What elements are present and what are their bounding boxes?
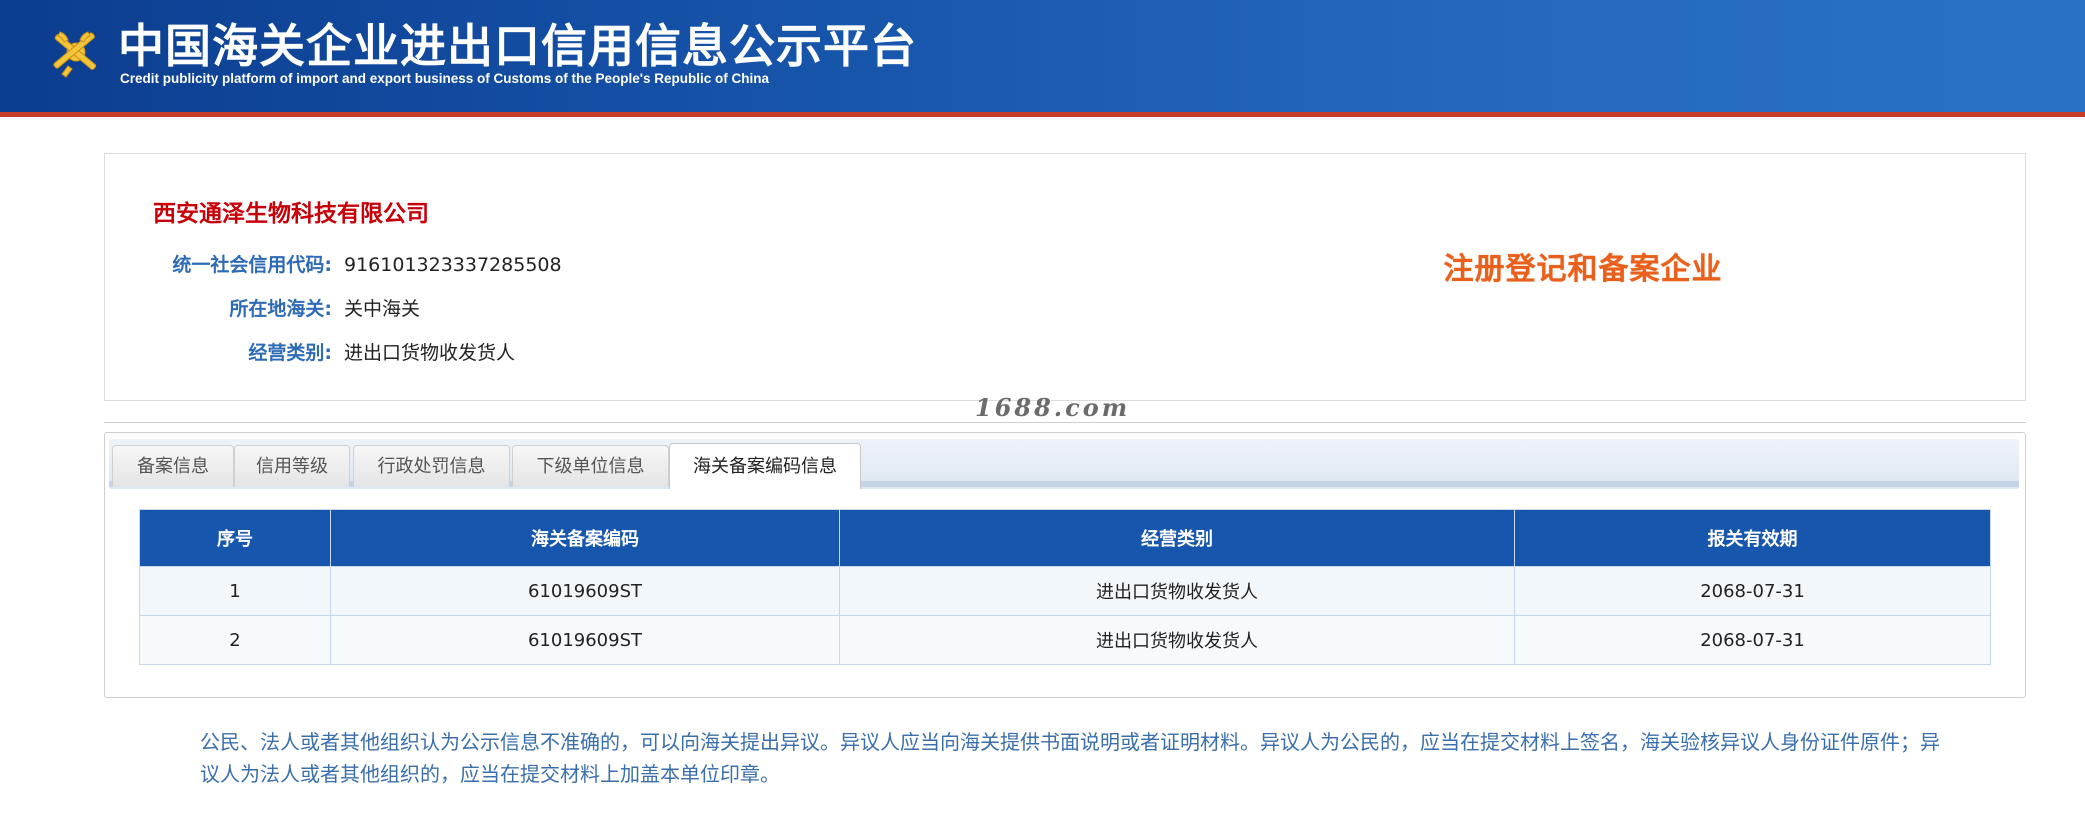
table-row: 1 61019609ST 进出口货物收发货人 2068-07-31	[139, 566, 1991, 616]
cell-business-type: 进出口货物收发货人	[839, 615, 1515, 665]
cell-validity: 2068-07-31	[1514, 566, 1991, 616]
section-divider	[104, 422, 2026, 423]
credit-code-label: 统一社会信用代码:	[172, 254, 332, 276]
tab-penalty-info[interactable]: 行政处罚信息	[353, 445, 510, 487]
site-subtitle: Credit publicity platform of import and …	[120, 71, 770, 86]
tab-filing-info[interactable]: 备案信息	[112, 445, 234, 487]
tab-customs-code-info[interactable]: 海关备案编码信息	[669, 443, 861, 489]
cell-index: 1	[139, 566, 331, 616]
tab-credit-level[interactable]: 信用等级	[234, 445, 350, 487]
objection-notice: 公民、法人或者其他组织认为公示信息不准确的，可以向海关提出异议。异议人应当向海关…	[200, 730, 1940, 786]
cell-customs-code: 61019609ST	[330, 615, 840, 665]
business-type-value: 进出口货物收发货人	[344, 342, 516, 364]
col-header-index: 序号	[139, 509, 331, 567]
cell-index: 2	[139, 615, 331, 665]
customs-emblem-icon	[53, 31, 97, 78]
company-info-card: 西安通泽生物科技有限公司 统一社会信用代码: 91610132333728550…	[104, 153, 2026, 401]
customs-value: 关中海关	[344, 298, 421, 320]
credit-code-value: 916101323337285508	[344, 254, 562, 276]
cell-customs-code: 61019609ST	[330, 566, 840, 616]
cell-business-type: 进出口货物收发货人	[839, 566, 1515, 616]
site-title: 中国海关企业进出口信用信息公示平台	[118, 19, 917, 73]
col-header-customs-code: 海关备案编码	[330, 509, 840, 567]
customs-code-table: 序号 海关备案编码 经营类别 报关有效期 1 61019609ST 进出口货物收…	[139, 509, 1991, 665]
col-header-validity: 报关有效期	[1514, 509, 1991, 567]
header-divider	[0, 112, 2085, 117]
company-name: 西安通泽生物科技有限公司	[153, 201, 429, 227]
customs-label: 所在地海关:	[229, 298, 332, 320]
table-header-row: 序号 海关备案编码 经营类别 报关有效期	[139, 509, 1991, 567]
business-type-label: 经营类别:	[248, 342, 332, 364]
tabs-panel: 备案信息 信用等级 行政处罚信息 下级单位信息 海关备案编码信息 序号 海关备案…	[104, 432, 2026, 698]
status-stamp: 注册登记和备案企业	[1443, 252, 1723, 287]
watermark: 1688.com	[975, 393, 1131, 422]
table-row: 2 61019609ST 进出口货物收发货人 2068-07-31	[139, 615, 1991, 665]
site-header: 中国海关企业进出口信用信息公示平台 Credit publicity platf…	[0, 0, 2085, 112]
cell-validity: 2068-07-31	[1514, 615, 1991, 665]
tab-subsidiary-info[interactable]: 下级单位信息	[512, 445, 669, 487]
col-header-business-type: 经营类别	[839, 509, 1515, 567]
